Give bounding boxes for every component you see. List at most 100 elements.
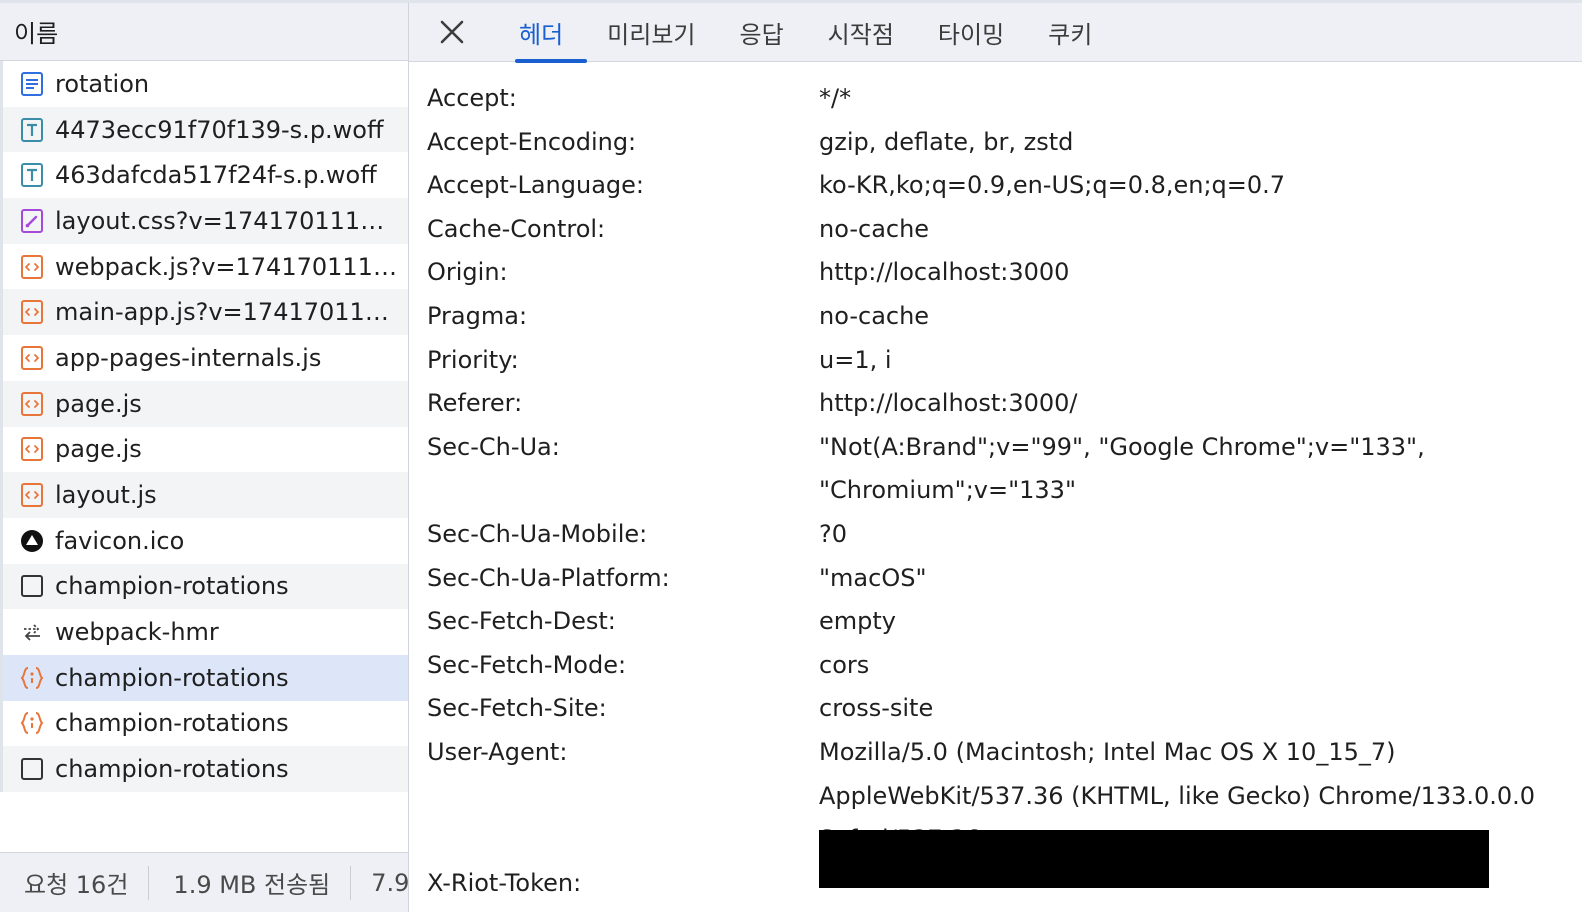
header-name[interactable]: Sec-Ch-Ua:: [427, 426, 819, 513]
transferred-size: 1.9 MB 전송됨: [149, 865, 352, 900]
stylesheet-icon: [19, 208, 45, 234]
header-name[interactable]: X-Riot-Token:: [427, 862, 819, 906]
redacted-header-value[interactable]: [819, 829, 1577, 906]
request-row[interactable]: 463dafcda517f24f-s.p.woff: [0, 152, 408, 199]
header-row: Sec-Ch-Ua-Platform: "macOS": [427, 557, 1577, 601]
request-row[interactable]: page.js: [0, 426, 408, 473]
request-list-panel: 이름 rotation 4473ecc91f70f139-s.p.woff 463d…: [0, 3, 409, 912]
fetch-icon: [19, 710, 45, 736]
tab-headers[interactable]: 헤더: [514, 3, 588, 63]
header-value[interactable]: cors: [819, 644, 1577, 688]
tab-timing[interactable]: 타이밍: [938, 3, 1004, 61]
header-name[interactable]: Sec-Ch-Ua-Mobile:: [427, 513, 819, 557]
header-row: Accept-Language: ko-KR,ko;q=0.9,en-US;q=0…: [427, 164, 1577, 208]
close-details-button[interactable]: [431, 11, 473, 53]
header-value[interactable]: gzip, deflate, br, zstd: [819, 121, 1577, 165]
tab-label: 시작점: [827, 20, 894, 49]
header-name[interactable]: Sec-Ch-Ua-Platform:: [427, 557, 819, 601]
header-name[interactable]: Accept-Language:: [427, 164, 819, 208]
header-name[interactable]: Sec-Fetch-Mode:: [427, 644, 819, 688]
request-row[interactable]: webpack-hmr: [0, 609, 408, 655]
request-row[interactable]: layout.js: [0, 472, 408, 518]
status-bar: 요청 16건 1.9 MB 전송됨 7.9: [0, 852, 408, 912]
header-name[interactable]: Accept-Encoding:: [427, 121, 819, 165]
request-name: favicon.ico: [55, 526, 185, 555]
header-name[interactable]: Priority:: [427, 339, 819, 383]
favicon-icon: [19, 528, 45, 554]
header-value[interactable]: cross-site: [819, 687, 1577, 731]
request-name: page.js: [55, 389, 142, 418]
request-row[interactable]: app-pages-internals.js: [0, 335, 408, 381]
header-name[interactable]: Sec-Fetch-Site:: [427, 687, 819, 731]
header-row: Accept-Encoding: gzip, deflate, br, zstd: [427, 121, 1577, 165]
name-column-label: 이름: [14, 20, 59, 48]
blank-file-icon: [19, 756, 45, 782]
header-value[interactable]: no-cache: [819, 295, 1577, 339]
header-name[interactable]: Origin:: [427, 251, 819, 295]
header-name[interactable]: Sec-Fetch-Dest:: [427, 600, 819, 644]
script-icon: [19, 299, 45, 325]
request-list: rotation 4473ecc91f70f139-s.p.woff 463dafc…: [0, 61, 408, 792]
header-name[interactable]: Cache-Control:: [427, 208, 819, 252]
request-row[interactable]: main-app.js?v=174170111…: [0, 289, 408, 336]
script-icon: [19, 482, 45, 508]
tab-cookies[interactable]: 쿠키: [1048, 3, 1092, 61]
fetch-icon: [19, 665, 45, 691]
header-value[interactable]: ?0: [819, 513, 1577, 557]
header-name[interactable]: Pragma:: [427, 295, 819, 339]
request-row[interactable]: champion-rotations: [0, 700, 408, 747]
request-name: champion-rotations: [55, 709, 289, 738]
header-row: Priority: u=1, i: [427, 339, 1577, 383]
redaction-block: [819, 829, 1489, 888]
request-name: layout.css?v=17417011155…: [55, 206, 397, 235]
header-value[interactable]: empty: [819, 600, 1577, 644]
request-name: rotation: [55, 69, 150, 98]
header-row: Origin: http://localhost:3000: [427, 251, 1577, 295]
request-row[interactable]: champion-rotations: [0, 563, 408, 610]
header-row: Pragma: no-cache: [427, 295, 1577, 339]
websocket-icon: [19, 619, 45, 645]
tab-initiator[interactable]: 시작점: [828, 3, 894, 61]
header-name[interactable]: User-Agent:: [427, 731, 819, 862]
tab-label: 쿠키: [1048, 20, 1093, 49]
header-row: Sec-Fetch-Dest: empty: [427, 600, 1577, 644]
header-value[interactable]: no-cache: [819, 208, 1577, 252]
header-value[interactable]: u=1, i: [819, 339, 1577, 383]
document-icon: [19, 71, 45, 97]
request-row[interactable]: webpack.js?v=1741701115…: [0, 243, 408, 290]
header-row: Accept: */*: [427, 77, 1577, 121]
request-name: main-app.js?v=174170111…: [55, 298, 397, 327]
header-value[interactable]: http://localhost:3000/: [819, 382, 1577, 426]
header-value[interactable]: */*: [819, 77, 1577, 121]
close-icon: [440, 20, 464, 44]
font-icon: [19, 162, 45, 188]
request-name: champion-rotations: [55, 572, 289, 601]
header-row: X-Riot-Token:: [427, 829, 1577, 906]
tab-preview[interactable]: 미리보기: [607, 3, 695, 61]
script-icon: [19, 436, 45, 462]
header-row: Sec-Ch-Ua: "Not(A:Brand";v="99", "Google …: [427, 426, 1577, 513]
header-value[interactable]: ko-KR,ko;q=0.9,en-US;q=0.8,en;q=0.7: [819, 164, 1577, 208]
resources-size: 7.9: [371, 868, 408, 897]
request-row[interactable]: page.js: [0, 380, 408, 427]
request-name: webpack.js?v=1741701115…: [55, 252, 397, 281]
header-name[interactable]: Referer:: [427, 382, 819, 426]
request-row[interactable]: champion-rotations: [0, 746, 408, 792]
request-count: 요청 16건: [0, 865, 150, 900]
request-name: layout.js: [55, 481, 157, 510]
header-row: Sec-Ch-Ua-Mobile: ?0: [427, 513, 1577, 557]
header-value[interactable]: http://localhost:3000: [819, 251, 1577, 295]
request-name: app-pages-internals.js: [55, 343, 322, 372]
request-row[interactable]: champion-rotations: [0, 654, 408, 701]
request-row[interactable]: layout.css?v=17417011155…: [0, 198, 408, 244]
name-column-header[interactable]: 이름: [0, 3, 408, 61]
header-value[interactable]: "Not(A:Brand";v="99", "Google Chrome";v=…: [819, 426, 1577, 513]
header-name[interactable]: Accept:: [427, 77, 819, 121]
request-row[interactable]: 4473ecc91f70f139-s.p.woff: [0, 106, 408, 153]
request-row[interactable]: rotation: [0, 61, 408, 107]
header-value[interactable]: "macOS": [819, 557, 1577, 601]
tab-response[interactable]: 응답: [740, 3, 784, 61]
tab-label: 응답: [739, 20, 784, 49]
request-row[interactable]: favicon.ico: [0, 517, 408, 564]
details-tabbar: 헤더 미리보기 응답 시작점 타이밍 쿠키: [409, 3, 1582, 63]
